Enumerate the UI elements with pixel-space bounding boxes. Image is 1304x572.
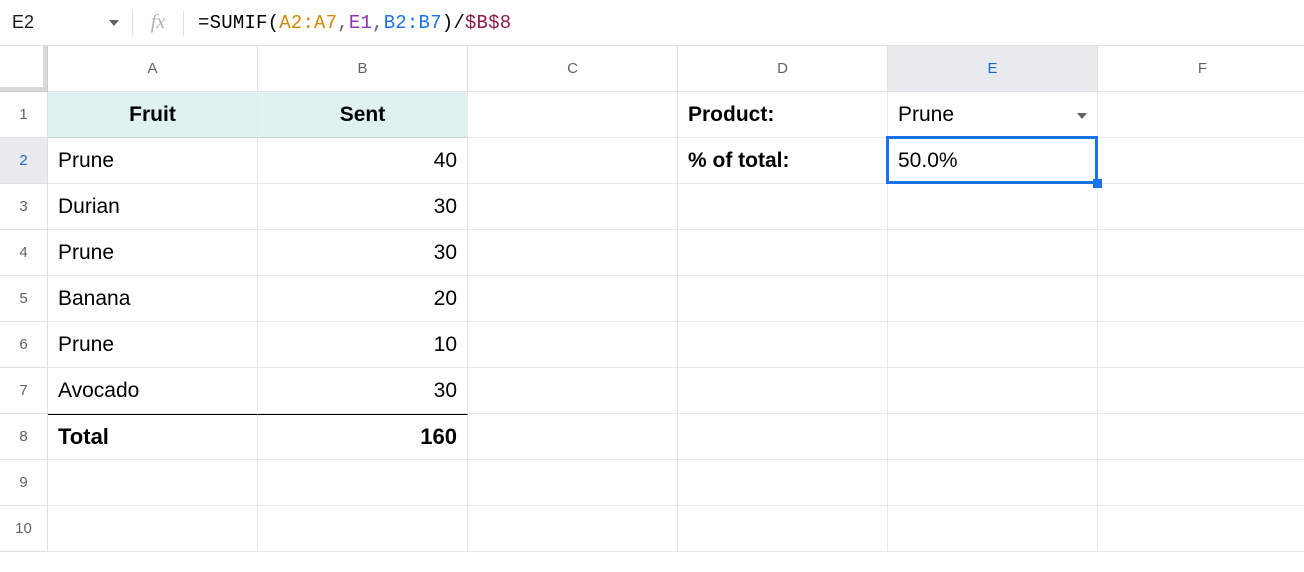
cell-e3[interactable] [888, 184, 1098, 230]
cell-c5[interactable] [468, 276, 678, 322]
cell-e2[interactable]: 50.0% [888, 138, 1098, 184]
cell-c4[interactable] [468, 230, 678, 276]
spreadsheet-grid: A B C D E F 1 Fruit Sent Product: Prune … [0, 46, 1304, 552]
colhdr-a[interactable]: A [48, 46, 258, 92]
cell-e9[interactable] [888, 460, 1098, 506]
cell-d10[interactable] [678, 506, 888, 552]
cell-e7[interactable] [888, 368, 1098, 414]
formula-input[interactable]: =SUMIF(A2:A7,E1,B2:B7)/$B$8 [184, 0, 1304, 45]
cell-b8[interactable]: 160 [258, 414, 468, 460]
cell-e5[interactable] [888, 276, 1098, 322]
cell-d8[interactable] [678, 414, 888, 460]
formula-abs: $B$8 [465, 12, 511, 34]
formula-c2: , [372, 12, 384, 34]
colhdr-e[interactable]: E [888, 46, 1098, 92]
rowhdr-4[interactable]: 4 [0, 230, 48, 276]
cell-e6[interactable] [888, 322, 1098, 368]
cell-f6[interactable] [1098, 322, 1304, 368]
cell-f8[interactable] [1098, 414, 1304, 460]
cell-e8[interactable] [888, 414, 1098, 460]
fx-label: fx [133, 0, 183, 45]
rowhdr-2[interactable]: 2 [0, 138, 48, 184]
rowhdr-5[interactable]: 5 [0, 276, 48, 322]
rowhdr-8[interactable]: 8 [0, 414, 48, 460]
colhdr-f[interactable]: F [1098, 46, 1304, 92]
formula-op: / [453, 12, 465, 34]
cell-c2[interactable] [468, 138, 678, 184]
cell-c1[interactable] [468, 92, 678, 138]
cell-a1[interactable]: Fruit [48, 92, 258, 138]
cell-b5[interactable]: 20 [258, 276, 468, 322]
cell-a2[interactable]: Prune [48, 138, 258, 184]
cell-a3[interactable]: Durian [48, 184, 258, 230]
colhdr-c[interactable]: C [468, 46, 678, 92]
cell-b2[interactable]: 40 [258, 138, 468, 184]
cell-b4[interactable]: 30 [258, 230, 468, 276]
formula-close: ) [442, 12, 454, 34]
cell-c3[interactable] [468, 184, 678, 230]
cell-d5[interactable] [678, 276, 888, 322]
cell-a4[interactable]: Prune [48, 230, 258, 276]
cell-f7[interactable] [1098, 368, 1304, 414]
formula-c1: , [337, 12, 349, 34]
cell-b3[interactable]: 30 [258, 184, 468, 230]
cell-f10[interactable] [1098, 506, 1304, 552]
formula-open: ( [268, 12, 280, 34]
formula-bar: E2 fx =SUMIF(A2:A7,E1,B2:B7)/$B$8 [0, 0, 1304, 46]
dropdown-icon[interactable] [1077, 108, 1087, 122]
cell-a8[interactable]: Total [48, 414, 258, 460]
cell-e4[interactable] [888, 230, 1098, 276]
rowhdr-10[interactable]: 10 [0, 506, 48, 552]
cell-e10[interactable] [888, 506, 1098, 552]
rowhdr-7[interactable]: 7 [0, 368, 48, 414]
colhdr-d[interactable]: D [678, 46, 888, 92]
chevron-down-icon [1077, 113, 1087, 119]
cell-c7[interactable] [468, 368, 678, 414]
formula-func: SUMIF [210, 12, 268, 34]
cell-c9[interactable] [468, 460, 678, 506]
cell-f1[interactable] [1098, 92, 1304, 138]
name-box-value: E2 [12, 12, 34, 33]
chevron-down-icon [109, 20, 119, 26]
cell-a6[interactable]: Prune [48, 322, 258, 368]
name-box-dropdown[interactable] [96, 0, 132, 45]
rowhdr-6[interactable]: 6 [0, 322, 48, 368]
cell-d9[interactable] [678, 460, 888, 506]
cell-d7[interactable] [678, 368, 888, 414]
cell-f3[interactable] [1098, 184, 1304, 230]
cell-e1[interactable]: Prune [888, 92, 1098, 138]
cell-c10[interactable] [468, 506, 678, 552]
cell-c8[interactable] [468, 414, 678, 460]
cell-b6[interactable]: 10 [258, 322, 468, 368]
rowhdr-1[interactable]: 1 [0, 92, 48, 138]
cell-d4[interactable] [678, 230, 888, 276]
cell-a5[interactable]: Banana [48, 276, 258, 322]
name-box[interactable]: E2 [0, 0, 96, 45]
cell-d3[interactable] [678, 184, 888, 230]
cell-b1[interactable]: Sent [258, 92, 468, 138]
cell-a10[interactable] [48, 506, 258, 552]
cell-f2[interactable] [1098, 138, 1304, 184]
cell-b10[interactable] [258, 506, 468, 552]
cell-b9[interactable] [258, 460, 468, 506]
cell-a9[interactable] [48, 460, 258, 506]
cell-f4[interactable] [1098, 230, 1304, 276]
formula-eq: = [198, 12, 210, 34]
colhdr-b[interactable]: B [258, 46, 468, 92]
cell-c6[interactable] [468, 322, 678, 368]
cell-d2[interactable]: % of total: [678, 138, 888, 184]
formula-range2: B2:B7 [384, 12, 442, 34]
cell-d6[interactable] [678, 322, 888, 368]
cell-a7[interactable]: Avocado [48, 368, 258, 414]
rowhdr-9[interactable]: 9 [0, 460, 48, 506]
formula-range1: A2:A7 [279, 12, 337, 34]
cell-b7[interactable]: 30 [258, 368, 468, 414]
formula-ref-e1: E1 [349, 12, 372, 34]
selection-handle[interactable] [1093, 179, 1102, 188]
grid-corner[interactable] [0, 46, 48, 92]
cell-f9[interactable] [1098, 460, 1304, 506]
cell-f5[interactable] [1098, 276, 1304, 322]
cell-d1[interactable]: Product: [678, 92, 888, 138]
rowhdr-3[interactable]: 3 [0, 184, 48, 230]
